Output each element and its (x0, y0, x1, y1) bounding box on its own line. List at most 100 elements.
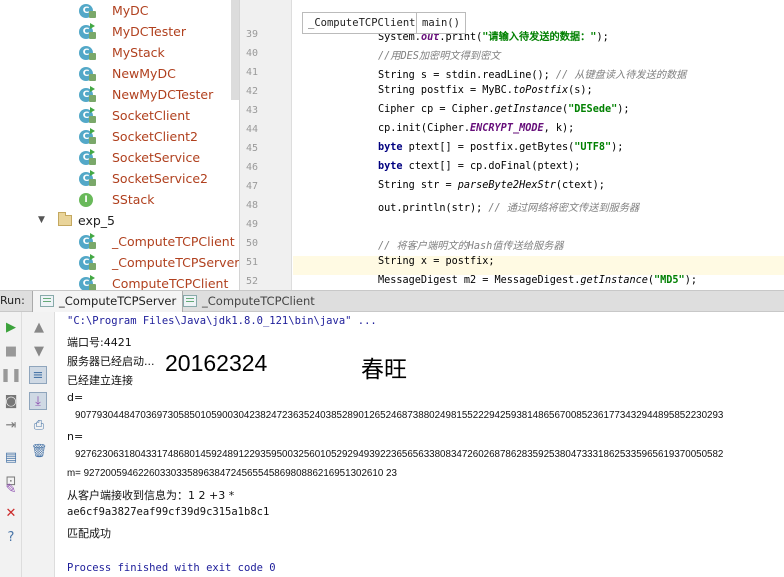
pause-icon[interactable]: ❚❚ (0, 366, 22, 384)
rerun-icon[interactable]: ▶ (2, 318, 20, 336)
code-line[interactable]: String x = postfix; (378, 256, 495, 267)
tree-item[interactable]: C NewMyDCTester (0, 84, 239, 105)
tree-item[interactable]: C SocketClient2 (0, 126, 239, 147)
project-tree-list: C MyDC C MyDCTester C MyStack C NewMyDC C NewMyDC… (0, 0, 239, 290)
connected-line: 已经建立连接 (67, 374, 133, 387)
code-line[interactable]: cp.init(Cipher.ENCRYPT_MODE, k); (378, 123, 574, 134)
tree-item-label: exp_5 (78, 213, 116, 228)
code-editor[interactable]: 39 40 41 42 43 44 45 46 47 48 49 50 51 52 System.out.… (239, 0, 784, 290)
console-icon (183, 295, 197, 307)
tree-item-label: SocketClient (112, 108, 191, 123)
tree-item-label: SocketService (112, 150, 201, 165)
line-number: 48 (245, 200, 258, 211)
java-command-line[interactable]: "C:\Program Files\Java\jdk1.8.0_121\bin\… (67, 315, 377, 327)
tree-item[interactable]: C ComputeTCPClient (0, 273, 239, 290)
line-number: 41 (245, 67, 258, 78)
print-icon[interactable]: ⎙ (30, 416, 48, 434)
code-line[interactable]: byte ctext[] = cp.doFinal(ptext); (378, 161, 580, 172)
lock-icon (89, 242, 96, 249)
student-id-overlay: 20162324 (165, 350, 268, 376)
run-label: Run: (0, 294, 25, 307)
line-number-gutter: 39 40 41 42 43 44 45 46 47 48 49 50 51 52 (240, 0, 292, 290)
tree-item-label: MyDC (112, 3, 149, 18)
m-line: m= 9272005946226033033589638472456554586… (67, 468, 397, 479)
gear-icon[interactable]: ✎ (2, 480, 20, 498)
tree-item-label: SStack (112, 192, 155, 207)
tree-scrollbar[interactable] (231, 0, 239, 100)
tree-item[interactable]: C NewMyDC (0, 63, 239, 84)
line-number: 51 (245, 257, 258, 268)
stop-icon[interactable]: ■ (2, 342, 20, 360)
line-number: 46 (245, 162, 258, 173)
tree-item-label: MyDCTester (112, 24, 186, 39)
camera-icon[interactable]: ◙ (2, 392, 20, 410)
interface-icon: I (79, 193, 93, 207)
soft-wrap-icon[interactable]: ≡ (29, 366, 47, 384)
runnable-icon (90, 254, 95, 260)
tree-item-label: ComputeTCPClient (112, 276, 229, 290)
runnable-icon (90, 233, 95, 239)
layout-icon[interactable]: ▤ (2, 448, 20, 466)
lock-icon (89, 137, 96, 144)
tab-compute-tcp-server[interactable]: _ComputeTCPServer (32, 291, 184, 312)
line-number: 47 (245, 181, 258, 192)
breadcrumb-method[interactable]: main() (416, 12, 466, 34)
tree-item-label: SocketService2 (112, 171, 208, 186)
code-line[interactable]: byte ptext[] = postfix.getBytes("UTF8"); (378, 142, 623, 153)
runnable-icon (90, 149, 95, 155)
lock-icon (89, 74, 96, 81)
d-value: 9077930448470369730585010590030423824723… (75, 410, 724, 421)
line-number: 44 (245, 124, 258, 135)
tab-compute-tcp-client[interactable]: _ComputeTCPClient (176, 291, 321, 312)
code-line[interactable]: String postfix = MyBC.toPostfix(s); (378, 85, 593, 96)
server-started-line: 服务器已经启动... (67, 355, 155, 368)
d-label: d= (67, 391, 84, 404)
console-output[interactable]: "C:\Program Files\Java\jdk1.8.0_121\bin\… (55, 312, 784, 577)
scroll-to-end-icon[interactable]: ⤓ (29, 392, 47, 410)
port-line: 端口号:4421 (67, 336, 132, 349)
run-tool-window-header: Run: _ComputeTCPServer _ComputeTCPClient (0, 290, 784, 312)
lock-icon (89, 263, 96, 270)
line-number: 42 (245, 86, 258, 97)
lock-icon (89, 11, 96, 18)
tree-item[interactable]: C SocketService (0, 147, 239, 168)
tree-item[interactable]: C SocketClient (0, 105, 239, 126)
code-line[interactable]: out.println(str); // 通过网络将密文传送到服务器 (378, 199, 639, 214)
runnable-icon (90, 107, 95, 113)
runnable-icon (90, 275, 95, 281)
tab-label: _ComputeTCPClient (202, 294, 315, 308)
tree-item[interactable]: C MyDCTester (0, 21, 239, 42)
tab-label: _ComputeTCPServer (59, 294, 177, 308)
received-line: 从客户端接收到信息为：1 2 +3 * (67, 489, 235, 502)
breadcrumb-class[interactable]: _ComputeTCPClient (302, 12, 422, 34)
line-number: 45 (245, 143, 258, 154)
hash-line: ae6cf9a3827eaf99cf39d9c315a1b8c1 (67, 506, 270, 518)
code-line[interactable]: MessageDigest m2 = MessageDigest.getInst… (378, 275, 697, 286)
tree-item[interactable]: C MyDC (0, 0, 239, 21)
scroll-down-icon[interactable]: ▼ (30, 342, 48, 360)
scroll-up-icon[interactable]: ▲ (30, 318, 48, 336)
current-line-highlight (293, 256, 784, 275)
lock-icon (89, 95, 96, 102)
chevron-down-icon[interactable]: ▼ (38, 210, 45, 231)
tree-item[interactable]: C _ComputeTCPClient (0, 231, 239, 252)
trash-icon[interactable]: 🗑 (30, 442, 48, 460)
tree-item[interactable]: I SStack (0, 189, 239, 210)
code-line[interactable]: String str = parseByte2HexStr(ctext); (378, 180, 605, 191)
code-line[interactable]: // 将客户端明文的Hash值传送给服务器 (378, 237, 564, 252)
help-icon[interactable]: ? (2, 528, 20, 546)
tree-item[interactable]: C MyStack (0, 42, 239, 63)
code-line[interactable]: String s = stdin.readLine(); // 从键盘读入待发送… (378, 66, 686, 81)
code-line[interactable]: //用DES加密明文得到密文 (378, 47, 500, 62)
lock-icon (89, 116, 96, 123)
lock-icon (89, 179, 96, 186)
tree-item[interactable]: C SocketService2 (0, 168, 239, 189)
tree-item[interactable]: C _ComputeTCPServer (0, 252, 239, 273)
tree-item-label: NewMyDC (112, 66, 176, 81)
runnable-icon (90, 86, 95, 92)
code-line[interactable]: Cipher cp = Cipher.getInstance("DESede")… (378, 104, 630, 115)
line-number: 52 (245, 276, 258, 287)
exit-icon[interactable]: ⇥ (2, 416, 20, 434)
tree-item[interactable]: ▼ exp_5 (0, 210, 239, 231)
close-icon[interactable]: ✕ (2, 504, 20, 522)
